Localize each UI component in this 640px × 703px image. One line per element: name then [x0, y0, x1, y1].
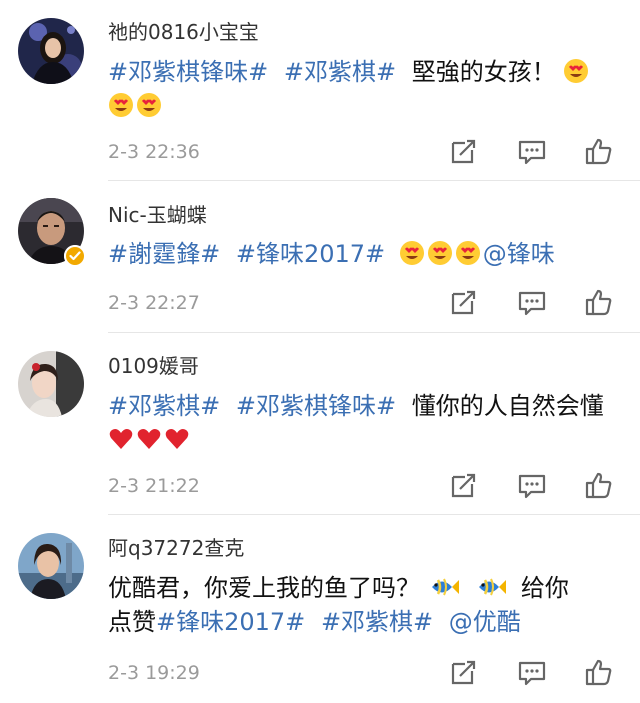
thumbs-up-icon: [585, 472, 612, 499]
comment-username[interactable]: Nic-玉蝴蝶: [108, 202, 207, 228]
avatar[interactable]: [18, 18, 84, 84]
comment-username[interactable]: 祂的0816小宝宝: [108, 19, 259, 45]
reply-button[interactable]: [517, 137, 547, 167]
share-icon: [451, 139, 476, 164]
comment-time: 2-3 22:27: [108, 292, 200, 314]
comment-item: Nic-玉蝴蝶 #謝霆鋒# #锋味2017# @锋味 2-3 22:27: [0, 181, 640, 332]
like-button[interactable]: [584, 136, 614, 166]
comment-content: #謝霆鋒# #锋味2017# @锋味: [108, 237, 628, 271]
heart-eyes-emoji: [108, 92, 134, 118]
hashtag-link[interactable]: #邓紫棋#: [284, 58, 396, 86]
heart-eyes-emoji: [455, 240, 481, 266]
comment-item: 祂的0816小宝宝 #邓紫棋锋味# #邓紫棋# 堅強的女孩！ 2-3 22:36: [0, 0, 640, 180]
share-icon: [451, 290, 476, 315]
comment-content: #邓紫棋锋味# #邓紫棋# 堅強的女孩！: [108, 55, 628, 123]
comment-feed: 祂的0816小宝宝 #邓紫棋锋味# #邓紫棋# 堅強的女孩！ 2-3 22:36: [0, 0, 640, 703]
avatar[interactable]: [18, 351, 84, 417]
comment-text: 优酷君，你爱上我的鱼了吗？: [108, 574, 420, 602]
hashtag-link[interactable]: #邓紫棋#: [321, 608, 433, 636]
red-heart-emoji: [108, 426, 134, 452]
tropical-fish-emoji: [475, 574, 507, 600]
reply-button[interactable]: [517, 658, 547, 688]
heart-eyes-emoji: [427, 240, 453, 266]
comment-username[interactable]: 0109媛哥: [108, 353, 199, 379]
comment-time: 2-3 21:22: [108, 475, 200, 497]
share-icon: [451, 660, 476, 685]
red-heart-emoji: [164, 426, 190, 452]
comment-text: 懂你的人自然会懂: [411, 392, 604, 420]
red-heart-emoji: [136, 426, 162, 452]
verified-badge-icon: [64, 245, 86, 267]
comment-text: 堅強的女孩！: [411, 58, 556, 86]
heart-eyes-emoji: [136, 92, 162, 118]
thumbs-up-icon: [585, 659, 612, 686]
hashtag-link[interactable]: #锋味2017#: [156, 608, 305, 636]
tropical-fish-emoji: [428, 574, 460, 600]
comment-text: 给你: [520, 574, 569, 602]
hashtag-link[interactable]: #邓紫棋锋味#: [236, 392, 396, 420]
comment-icon: [518, 140, 546, 165]
comment-icon: [518, 474, 546, 499]
share-button[interactable]: [449, 658, 479, 688]
heart-eyes-emoji: [399, 240, 425, 266]
comment-item: 阿q37272查克 优酷君，你爱上我的鱼了吗？ 给你 点赞#锋味2017# #邓…: [0, 515, 640, 703]
comment-icon: [518, 661, 546, 686]
reply-button[interactable]: [517, 471, 547, 501]
mention-link[interactable]: @锋味: [483, 240, 555, 268]
comment-icon: [518, 291, 546, 316]
thumbs-up-icon: [585, 138, 612, 165]
thumbs-up-icon: [585, 289, 612, 316]
share-icon: [451, 473, 476, 498]
comment-item: 0109媛哥 #邓紫棋# #邓紫棋锋味# 懂你的人自然会懂 2-3 21:22: [0, 333, 640, 514]
comment-time: 2-3 19:29: [108, 662, 200, 684]
comment-text: 点赞: [108, 608, 156, 636]
hashtag-link[interactable]: #邓紫棋锋味#: [108, 58, 268, 86]
heart-eyes-emoji: [563, 58, 589, 84]
share-button[interactable]: [449, 137, 479, 167]
share-button[interactable]: [449, 471, 479, 501]
like-button[interactable]: [584, 287, 614, 317]
like-button[interactable]: [584, 470, 614, 500]
comment-content: #邓紫棋# #邓紫棋锋味# 懂你的人自然会懂: [108, 389, 628, 457]
hashtag-link[interactable]: #锋味2017#: [236, 240, 385, 268]
share-button[interactable]: [449, 288, 479, 318]
reply-button[interactable]: [517, 288, 547, 318]
comment-username[interactable]: 阿q37272查克: [108, 535, 244, 561]
comment-content: 优酷君，你爱上我的鱼了吗？ 给你 点赞#锋味2017# #邓紫棋# @优酷: [108, 571, 628, 639]
mention-link[interactable]: @优酷: [449, 608, 521, 636]
avatar[interactable]: [18, 533, 84, 599]
comment-time: 2-3 22:36: [108, 141, 200, 163]
hashtag-link[interactable]: #謝霆鋒#: [108, 240, 220, 268]
hashtag-link[interactable]: #邓紫棋#: [108, 392, 220, 420]
like-button[interactable]: [584, 657, 614, 687]
